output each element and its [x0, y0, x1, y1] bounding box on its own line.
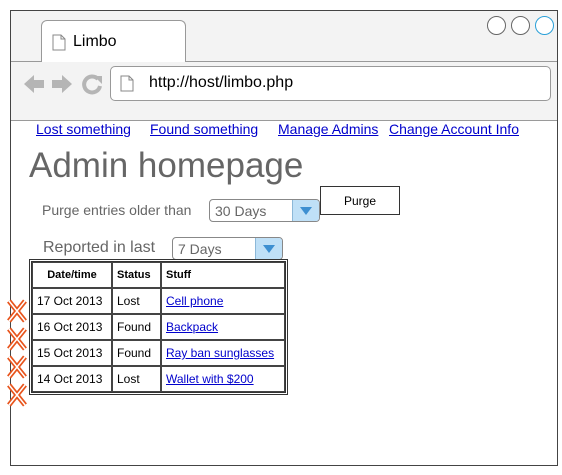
table-row: 17 Oct 2013 Lost Cell phone	[32, 288, 285, 314]
cell-status: Found	[112, 340, 161, 366]
browser-tab[interactable]: Limbo	[41, 20, 186, 62]
item-link[interactable]: Backpack	[166, 320, 218, 334]
cell-date: 15 Oct 2013	[32, 340, 112, 366]
chevron-down-icon	[263, 245, 275, 253]
delete-x-icon[interactable]	[7, 383, 27, 407]
dropdown-arrow	[292, 200, 319, 221]
reported-range-dropdown[interactable]: 7 Days	[172, 237, 283, 260]
delete-x-icon[interactable]	[7, 299, 27, 323]
table-row: 15 Oct 2013 Found Ray ban sunglasses	[32, 340, 285, 366]
table-header-row: Date/time Status Stuff	[32, 262, 285, 288]
column-header-status: Status	[112, 262, 161, 288]
delete-x-icon[interactable]	[7, 327, 27, 351]
column-header-stuff: Stuff	[161, 262, 285, 288]
page-title: Admin homepage	[29, 146, 304, 185]
tab-strip-line	[186, 61, 557, 62]
cell-stuff: Ray ban sunglasses	[161, 340, 285, 366]
nav-found-something-link[interactable]: Found something	[150, 121, 258, 137]
window-maximize-button[interactable]	[511, 16, 530, 35]
purge-age-value: 30 Days	[215, 203, 267, 219]
dropdown-arrow	[255, 238, 282, 259]
cell-status: Lost	[112, 288, 161, 314]
reported-range-value: 7 Days	[178, 241, 222, 257]
nav-change-account-info-link[interactable]: Change Account Info	[389, 121, 519, 137]
item-link[interactable]: Ray ban sunglasses	[166, 346, 274, 360]
reload-icon[interactable]	[81, 73, 103, 95]
table-row: 14 Oct 2013 Lost Wallet with $200	[32, 366, 285, 392]
item-link[interactable]: Cell phone	[166, 294, 223, 308]
purge-button[interactable]: Purge	[320, 186, 400, 215]
url-input[interactable]	[149, 73, 529, 93]
forward-arrow-icon[interactable]	[51, 73, 73, 95]
cell-date: 17 Oct 2013	[32, 288, 112, 314]
cell-date: 14 Oct 2013	[32, 366, 112, 392]
address-bar	[110, 66, 551, 101]
cell-status: Lost	[112, 366, 161, 392]
window-minimize-button[interactable]	[487, 16, 506, 35]
page-icon	[120, 75, 134, 92]
nav-lost-something-link[interactable]: Lost something	[36, 121, 131, 137]
item-link[interactable]: Wallet with $200	[166, 372, 254, 386]
cell-stuff: Cell phone	[161, 288, 285, 314]
purge-age-dropdown[interactable]: 30 Days	[209, 199, 320, 222]
cell-date: 16 Oct 2013	[32, 314, 112, 340]
purge-label: Purge entries older than	[42, 202, 192, 218]
nav-manage-admins-link[interactable]: Manage Admins	[278, 121, 378, 137]
tab-strip-line	[11, 61, 41, 62]
browser-window: Limbo	[10, 10, 558, 466]
delete-x-icon[interactable]	[7, 355, 27, 379]
column-header-date: Date/time	[32, 262, 112, 288]
cell-stuff: Wallet with $200	[161, 366, 285, 392]
page-icon	[52, 34, 66, 51]
tab-title: Limbo	[73, 33, 117, 50]
reported-label: Reported in last	[43, 239, 156, 256]
window-close-button[interactable]	[535, 16, 554, 35]
back-arrow-icon[interactable]	[23, 73, 45, 95]
table-row: 16 Oct 2013 Found Backpack	[32, 314, 285, 340]
cell-stuff: Backpack	[161, 314, 285, 340]
reports-table: Date/time Status Stuff 17 Oct 2013 Lost …	[29, 259, 288, 395]
browser-chrome: Limbo	[11, 11, 557, 121]
chevron-down-icon	[300, 207, 312, 215]
cell-status: Found	[112, 314, 161, 340]
